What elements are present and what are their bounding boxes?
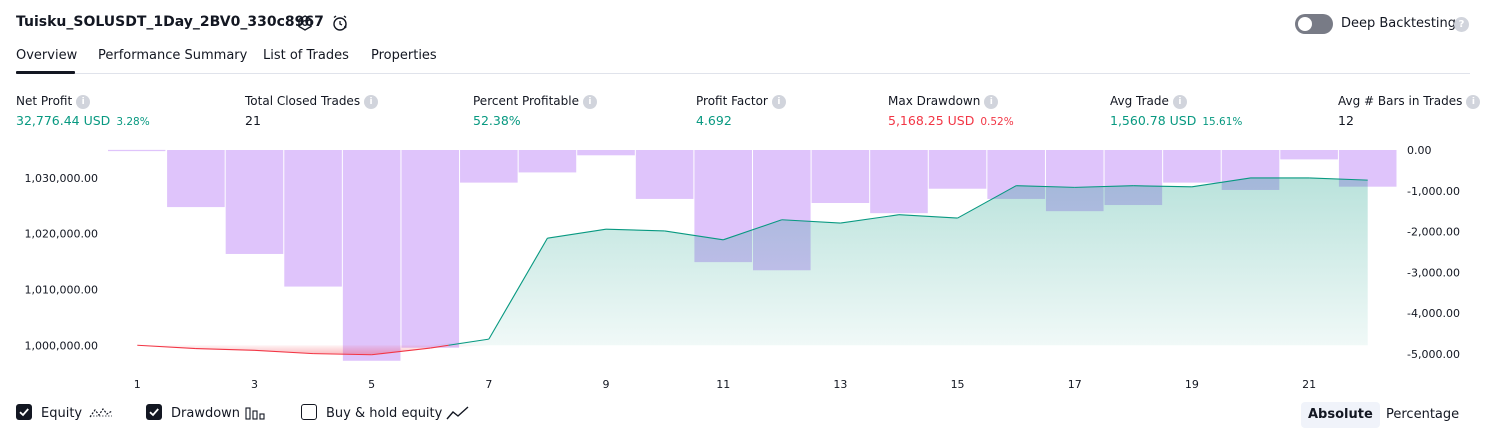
right-axis-tick-label: 0.00 [1407,144,1432,157]
x-axis-tick-label: 5 [368,378,375,391]
x-axis-tick-label: 11 [716,378,730,391]
left-axis-tick-label: 1,030,000.00 [25,172,98,185]
x-axis-tick-label: 7 [485,378,492,391]
right-axis-tick-label: -4,000.00 [1407,307,1460,320]
x-axis-tick-label: 3 [251,378,258,391]
strategy-title: Tuisku_SOLUSDT_1Day_2BV0_330c8967 [16,14,324,30]
info-icon[interactable]: i [1172,95,1187,109]
drawdown-bar [342,150,401,361]
alarm-clock-icon[interactable] [331,14,349,32]
help-icon[interactable]: ? [1454,17,1469,32]
drawdown-bar [577,150,635,156]
metric-total-closed-trades-label: Total Closed Trades i [245,94,379,109]
metric-profit-factor-value: 4.692 [696,113,732,128]
tab-performance-summary[interactable]: Performance Summary [98,48,247,63]
info-icon[interactable]: i [984,95,999,109]
x-axis-tick-label: 15 [951,378,965,391]
drawdown-bar [225,150,284,254]
drawdown-bar [518,150,577,173]
percentage-mode-button[interactable]: Percentage [1379,402,1466,428]
metric-percent-profitable-value: 52.38% [473,113,521,128]
buy-hold-legend-label[interactable]: Buy & hold equity [326,406,442,421]
left-axis-tick-label: 1,010,000.00 [25,283,98,296]
right-axis-tick-label: -2,000.00 [1407,226,1460,239]
x-axis-tick-label: 19 [1185,378,1199,391]
drawdown-bar [811,150,870,203]
metric-avg-trade-label: Avg Trade i [1110,94,1187,109]
deep-backtesting-toggle[interactable] [1295,14,1333,34]
drawdown-bar [1280,150,1338,160]
info-icon[interactable]: i [364,95,379,109]
equity-drawdown-chart[interactable]: 1,030,000.00 1,020,000.00 1,010,000.00 1,00… [0,140,1486,400]
info-icon[interactable]: i [76,95,91,109]
drawdown-bar [928,150,987,189]
tab-divider [16,73,1470,74]
active-tab-indicator [16,71,75,74]
left-axis-tick-label: 1,020,000.00 [25,228,98,241]
metric-max-drawdown-label: Max Drawdown i [888,94,999,109]
settings-icon[interactable] [296,14,314,32]
drawdown-bar [401,150,460,348]
metric-avg-trade-value: 1,560.78 USD 15.61% [1110,113,1243,128]
drawdown-bar [635,150,694,199]
drawdown-legend-label[interactable]: Drawdown [171,406,240,421]
drawdown-bar [460,150,518,183]
x-axis-tick-label: 13 [833,378,847,391]
tab-list-of-trades[interactable]: List of Trades [263,48,349,63]
right-axis-tick-label: -5,000.00 [1407,348,1460,361]
equity-line-icon [89,405,113,421]
buy-hold-checkbox[interactable] [301,404,317,420]
metric-net-profit-value: 32,776.44 USD 3.28% [16,113,150,128]
x-axis-tick-label: 9 [603,378,610,391]
metric-total-closed-trades-value: 21 [245,113,261,128]
absolute-mode-button[interactable]: Absolute [1301,402,1380,428]
equity-legend-label[interactable]: Equity [41,406,82,421]
drawdown-bar [870,150,928,214]
deep-backtesting-label: Deep Backtesting [1341,16,1457,31]
metric-avg-bars-label: Avg # Bars in Trades i [1338,94,1481,109]
x-axis-tick-label: 21 [1302,378,1316,391]
drawdown-bar [284,150,342,287]
tab-overview[interactable]: Overview [16,48,77,63]
metric-avg-bars-value: 12 [1338,113,1354,128]
drawdown-bars-icon [245,405,267,421]
toggle-knob [1298,17,1312,31]
buy-hold-line-icon [446,405,470,421]
info-icon[interactable]: i [582,95,597,109]
left-axis-tick-label: 1,000,000.00 [25,339,98,352]
x-axis-tick-label: 1 [134,378,141,391]
info-icon[interactable]: i [1466,95,1481,109]
right-axis-tick-label: -3,000.00 [1407,266,1460,279]
right-axis-tick-label: -1,000.00 [1407,185,1460,198]
metric-percent-profitable-label: Percent Profitable i [473,94,597,109]
equity-checkbox[interactable] [16,404,32,420]
tab-properties[interactable]: Properties [371,48,437,63]
x-axis-tick-label: 17 [1068,378,1082,391]
info-icon[interactable]: i [771,95,786,109]
metric-max-drawdown-value: 5,168.25 USD 0.52% [888,113,1014,128]
drawdown-bar [1163,150,1221,183]
drawdown-bar [167,150,225,208]
metric-profit-factor-label: Profit Factor i [696,94,786,109]
metric-net-profit-label: Net Profit i [16,94,91,109]
drawdown-checkbox[interactable] [146,404,162,420]
